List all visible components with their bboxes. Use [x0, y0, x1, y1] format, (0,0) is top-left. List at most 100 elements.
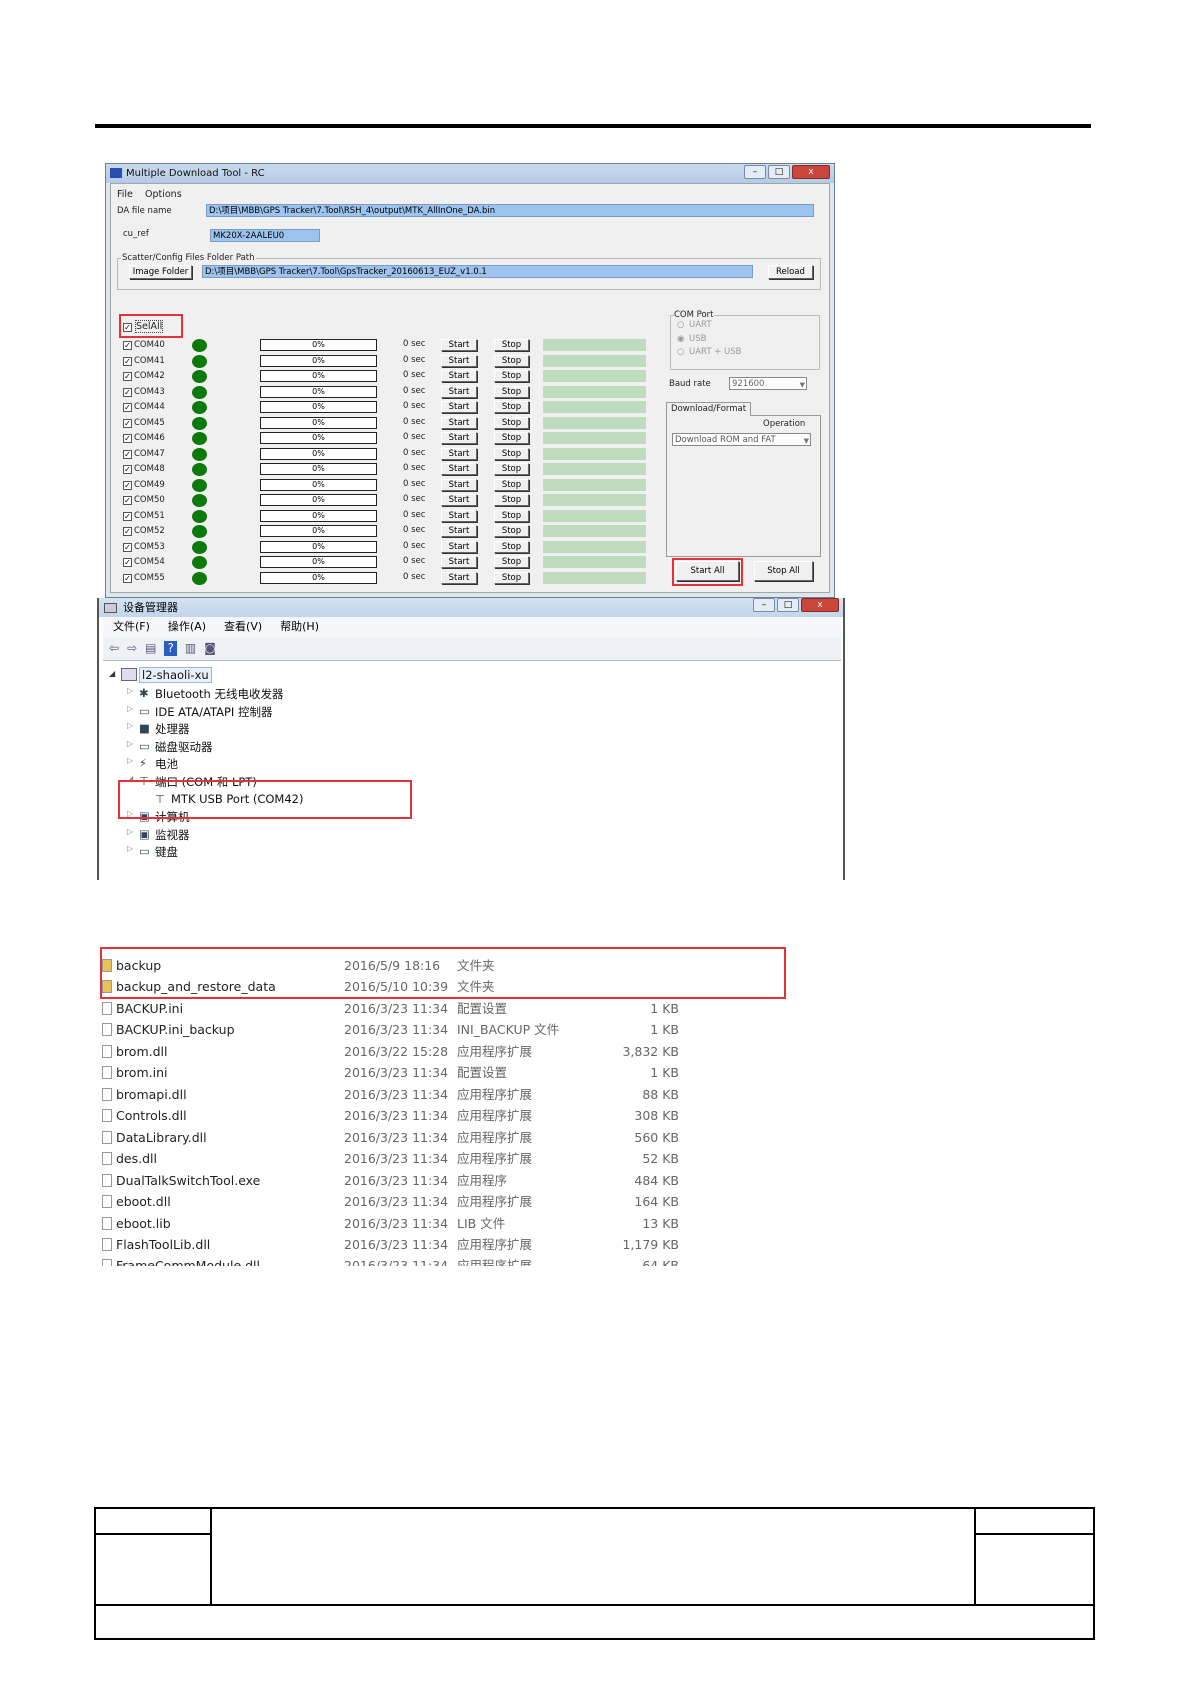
menu-help[interactable]: 帮助(H) — [280, 617, 319, 637]
minimize-button[interactable]: – — [744, 165, 766, 179]
file-row[interactable]: Controls.dll 2016/3/23 11:34 应用程序扩展 308 KB — [99, 1105, 925, 1126]
expand-icon[interactable]: ▷ — [127, 844, 133, 853]
com-port-radio[interactable]: ○ — [677, 347, 684, 357]
port-stop-button[interactable]: Stop — [494, 416, 529, 429]
collapse-icon[interactable]: ◢ — [109, 669, 115, 678]
operation-combo[interactable]: Download ROM and FAT ▼ — [672, 433, 811, 446]
tree-item[interactable]: 磁盘驱动器 — [155, 739, 213, 755]
port-stop-button[interactable]: Stop — [494, 447, 529, 460]
tree-item[interactable]: IDE ATA/ATAPI 控制器 — [155, 704, 272, 720]
tree-item[interactable]: 电池 — [155, 756, 178, 772]
back-icon[interactable]: ⇦ — [109, 641, 119, 656]
port-start-button[interactable]: Start — [441, 354, 477, 367]
port-stop-button[interactable]: Stop — [494, 571, 529, 584]
scan-hardware-icon[interactable]: ◙ — [204, 641, 216, 656]
port-stop-button[interactable]: Stop — [494, 556, 529, 568]
file-row[interactable]: eboot.lib 2016/3/23 11:34 LIB 文件 13 KB — [99, 1213, 925, 1234]
file-row[interactable]: BACKUP.ini_backup 2016/3/23 11:34 INI_BACK… — [99, 1019, 925, 1040]
minimize-button[interactable]: – — [753, 598, 775, 612]
tree-item[interactable]: 处理器 — [155, 721, 190, 737]
port-stop-button[interactable]: Stop — [494, 509, 529, 522]
port-start-button[interactable]: Start — [441, 509, 477, 522]
image-folder-button[interactable]: Image Folder — [129, 265, 192, 279]
port-stop-button[interactable]: Stop — [494, 463, 529, 475]
file-row[interactable]: des.dll 2016/3/23 11:34 应用程序扩展 52 KB — [99, 1148, 925, 1169]
update-driver-icon[interactable]: ▥ — [185, 641, 196, 656]
port-checkbox[interactable]: ✓ — [123, 434, 132, 443]
file-row[interactable]: FlashToolLib.dll 2016/3/23 11:34 应用程序扩展 1,1… — [99, 1234, 925, 1255]
stop-all-button[interactable]: Stop All — [754, 561, 813, 581]
tree-item[interactable]: 监视器 — [155, 827, 190, 843]
expand-icon[interactable]: ▷ — [127, 721, 133, 730]
expand-icon[interactable]: ▷ — [127, 704, 133, 713]
expand-icon[interactable]: ▷ — [127, 686, 133, 695]
close-button[interactable]: x — [801, 598, 839, 612]
port-start-button[interactable]: Start — [441, 339, 477, 351]
port-checkbox[interactable]: ✓ — [123, 356, 132, 366]
port-stop-button[interactable]: Stop — [494, 354, 529, 367]
port-checkbox[interactable]: ✓ — [123, 496, 132, 505]
file-row[interactable]: FrameCommModule.dll 2016/3/23 11:34 应用程序扩展… — [99, 1255, 925, 1266]
port-checkbox[interactable]: ✓ — [123, 403, 132, 412]
file-row[interactable]: brom.ini 2016/3/23 11:34 配置设置 1 KB — [99, 1062, 925, 1083]
tree-root[interactable]: l2-shaoli-xu — [139, 667, 212, 683]
port-checkbox[interactable]: ✓ — [123, 558, 132, 567]
port-start-button[interactable]: Start — [441, 385, 477, 398]
file-row[interactable]: bromapi.dll 2016/3/23 11:34 应用程序扩展 88 KB — [99, 1084, 925, 1105]
port-stop-button[interactable]: Stop — [494, 432, 529, 444]
port-start-button[interactable]: Start — [441, 370, 477, 382]
port-checkbox[interactable]: ✓ — [123, 387, 132, 397]
baud-rate-combo[interactable]: 921600 ▼ — [729, 377, 807, 390]
expand-icon[interactable]: ▷ — [127, 739, 133, 748]
port-start-button[interactable]: Start — [441, 463, 477, 475]
port-stop-button[interactable]: Stop — [494, 370, 529, 382]
port-checkbox[interactable]: ✓ — [123, 341, 132, 350]
com-port-radio[interactable]: ○ — [677, 320, 684, 330]
file-row[interactable]: BACKUP.ini 2016/3/23 11:34 配置设置 1 KB — [99, 998, 925, 1019]
forward-icon[interactable]: ⇨ — [127, 641, 137, 656]
reload-button[interactable]: Reload — [768, 265, 813, 279]
port-stop-button[interactable]: Stop — [494, 478, 529, 491]
tab-download-format[interactable]: Download/Format — [666, 402, 752, 416]
menu-view[interactable]: 查看(V) — [224, 617, 262, 637]
port-start-button[interactable]: Start — [441, 478, 477, 491]
cu-ref-field[interactable]: MK20X-2AALEU0 — [210, 229, 320, 242]
properties-icon[interactable]: ▤ — [145, 641, 156, 656]
port-stop-button[interactable]: Stop — [494, 494, 529, 506]
port-checkbox[interactable]: ✓ — [123, 542, 132, 552]
file-row[interactable]: brom.dll 2016/3/22 15:28 应用程序扩展 3,832 KB — [99, 1041, 925, 1062]
port-checkbox[interactable]: ✓ — [123, 465, 132, 474]
file-row[interactable]: DataLibrary.dll 2016/3/23 11:34 应用程序扩展 560 … — [99, 1127, 925, 1148]
maximize-button[interactable]: □ — [777, 598, 799, 612]
port-stop-button[interactable]: Stop — [494, 401, 529, 413]
tree-item[interactable]: 键盘 — [155, 844, 178, 860]
port-start-button[interactable]: Start — [441, 556, 477, 568]
port-start-button[interactable]: Start — [441, 525, 477, 537]
maximize-button[interactable]: □ — [768, 165, 790, 179]
port-start-button[interactable]: Start — [441, 494, 477, 506]
port-stop-button[interactable]: Stop — [494, 525, 529, 537]
port-start-button[interactable]: Start — [441, 432, 477, 444]
menu-action[interactable]: 操作(A) — [168, 617, 206, 637]
da-file-field[interactable]: D:\项目\MBB\GPS Tracker\7.Tool\RSH_4\outpu… — [206, 204, 814, 217]
com-port-radio[interactable]: ◉ — [677, 334, 684, 344]
port-stop-button[interactable]: Stop — [494, 540, 529, 553]
expand-icon[interactable]: ▷ — [127, 756, 133, 765]
file-row[interactable]: eboot.dll 2016/3/23 11:34 应用程序扩展 164 KB — [99, 1191, 925, 1212]
close-button[interactable]: x — [792, 165, 830, 179]
port-stop-button[interactable]: Stop — [494, 339, 529, 351]
help-icon[interactable]: ? — [164, 641, 177, 656]
port-start-button[interactable]: Start — [441, 447, 477, 460]
port-checkbox[interactable]: ✓ — [123, 511, 132, 521]
port-checkbox[interactable]: ✓ — [123, 449, 132, 459]
port-checkbox[interactable]: ✓ — [123, 418, 132, 428]
port-checkbox[interactable]: ✓ — [123, 372, 132, 381]
port-stop-button[interactable]: Stop — [494, 385, 529, 398]
port-start-button[interactable]: Start — [441, 416, 477, 429]
menu-file[interactable]: 文件(F) — [113, 617, 150, 637]
scatter-path-field[interactable]: D:\项目\MBB\GPS Tracker\7.Tool\GpsTracker_… — [202, 265, 753, 278]
expand-icon[interactable]: ▷ — [127, 827, 133, 836]
tree-item[interactable]: Bluetooth 无线电收发器 — [155, 686, 283, 702]
port-start-button[interactable]: Start — [441, 540, 477, 553]
port-checkbox[interactable]: ✓ — [123, 573, 132, 583]
